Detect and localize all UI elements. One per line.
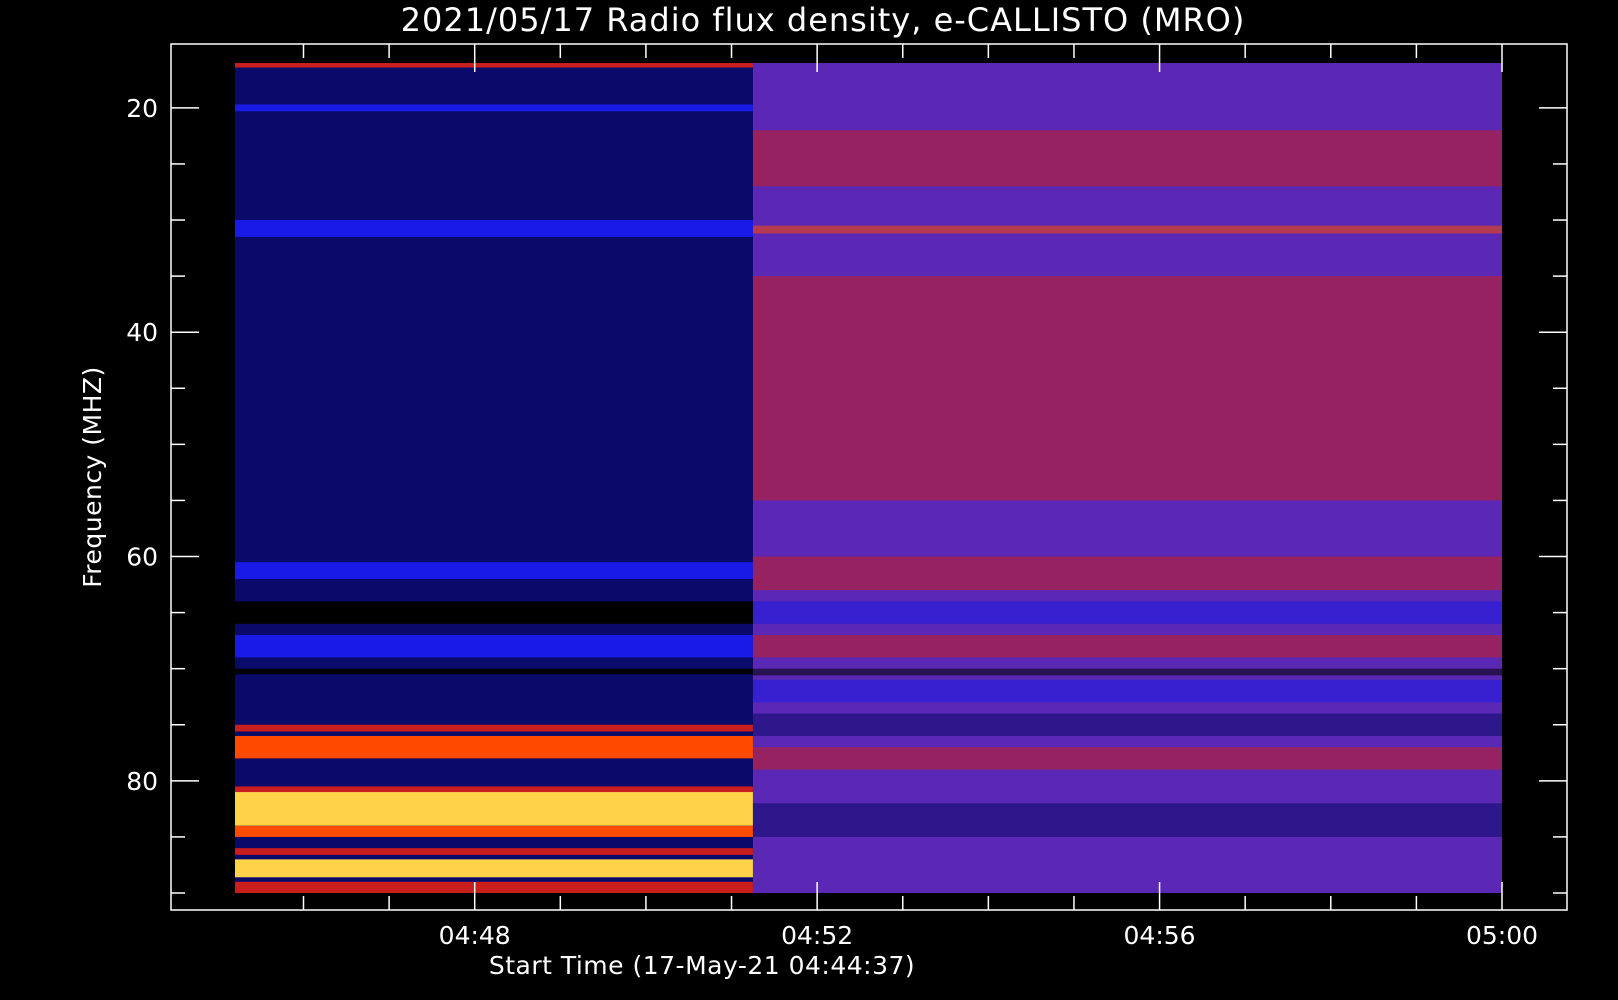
y-tick-label: 80 — [126, 767, 158, 796]
x-tick-label: 04:52 — [781, 921, 853, 950]
heatmap-band — [235, 562, 753, 579]
heatmap-band — [752, 130, 1502, 187]
heatmap-band — [752, 679, 1502, 703]
heatmap-band — [752, 635, 1502, 658]
y-tick-label: 20 — [126, 94, 158, 123]
heatmap-band — [235, 881, 753, 893]
chart-title: 2021/05/17 Radio flux density, e-CALLIST… — [401, 1, 1246, 39]
heatmap-band — [752, 225, 1502, 234]
heatmap-band — [235, 825, 753, 837]
x-tick-label: 04:56 — [1124, 921, 1196, 950]
heatmap-band — [752, 803, 1502, 837]
heatmap-band — [752, 713, 1502, 736]
spectrogram-figure: 2021/05/17 Radio flux density, e-CALLIST… — [0, 0, 1618, 1000]
x-tick-label: 04:48 — [439, 921, 511, 950]
heatmap-band — [235, 668, 753, 675]
x-axis-label: Start Time (17-May-21 04:44:37) — [489, 951, 915, 980]
heatmap-band — [235, 735, 753, 759]
spectrogram-chart: 2021/05/17 Radio flux density, e-CALLIST… — [78, 1, 1568, 980]
heatmap-band — [752, 601, 1502, 624]
y-tick-label: 40 — [126, 318, 158, 347]
heatmap-band — [235, 104, 753, 112]
heatmap-band — [752, 556, 1502, 591]
heatmap-band — [235, 635, 753, 658]
heatmap-band — [235, 792, 753, 826]
heatmap-band — [235, 859, 753, 878]
heatmap-band — [752, 747, 1502, 770]
heatmap-band — [235, 220, 753, 237]
heatmap-band — [235, 786, 753, 793]
heatmap-band — [235, 724, 753, 732]
heatmap-layer — [235, 63, 1502, 893]
y-tick-label: 60 — [126, 543, 158, 572]
heatmap-band — [235, 63, 753, 68]
y-axis-label: Frequency (MHZ) — [78, 366, 107, 588]
x-tick-label: 05:00 — [1466, 921, 1538, 950]
heatmap-region-quiet — [235, 63, 753, 893]
heatmap-band — [752, 668, 1502, 676]
heatmap-band — [235, 848, 753, 855]
heatmap-band — [235, 601, 753, 624]
heatmap-band — [752, 276, 1502, 501]
